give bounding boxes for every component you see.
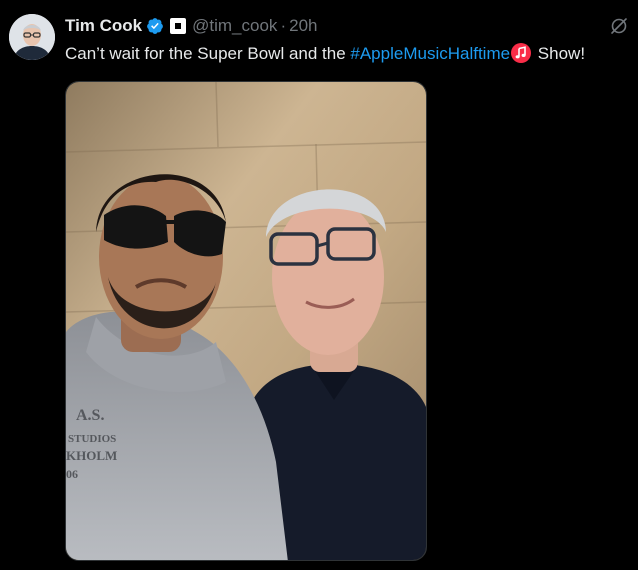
tweet[interactable]: Tim Cook @tim_cook · 20h Can’t wait for … xyxy=(0,0,638,570)
avatar-image xyxy=(9,14,55,60)
affiliate-badge-icon[interactable] xyxy=(170,18,187,34)
tweet-text-prefix: Can’t wait for the Super Bowl and the xyxy=(65,44,351,63)
svg-text:KHOLM: KHOLM xyxy=(66,448,117,463)
timestamp[interactable]: 20h xyxy=(289,16,317,36)
avatar[interactable] xyxy=(9,14,55,60)
tweet-header: Tim Cook @tim_cook · 20h xyxy=(65,14,317,38)
tweet-photo[interactable]: A.S. STUDIOS KHOLM 06 xyxy=(65,81,427,561)
tweet-text-suffix: Show! xyxy=(533,44,586,63)
music-note-emoji xyxy=(511,43,532,63)
verified-badge-icon[interactable] xyxy=(146,17,164,35)
svg-text:A.S.: A.S. xyxy=(76,407,104,424)
hashtag-link[interactable]: #AppleMusicHalftime xyxy=(350,44,510,63)
selfie-photo: A.S. STUDIOS KHOLM 06 xyxy=(66,82,426,560)
grok-icon[interactable] xyxy=(609,16,629,36)
author-name[interactable]: Tim Cook xyxy=(65,16,142,36)
author-handle[interactable]: @tim_cook xyxy=(192,16,277,36)
separator-dot: · xyxy=(280,16,287,35)
tweet-text: Can’t wait for the Super Bowl and the #A… xyxy=(65,42,630,66)
svg-text:STUDIOS: STUDIOS xyxy=(68,433,116,445)
svg-text:06: 06 xyxy=(66,467,78,481)
